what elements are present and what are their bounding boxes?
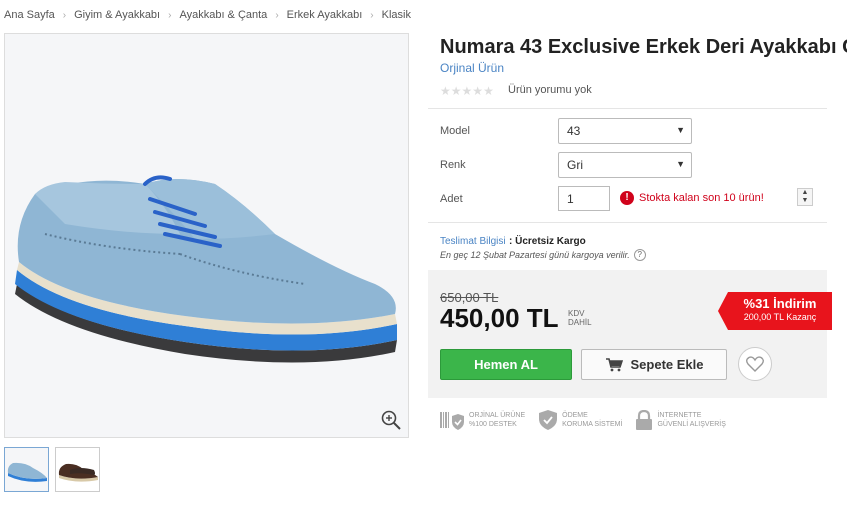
star-icon: ★ [472, 84, 484, 98]
original-product-label: Orjinal Ürün [440, 61, 505, 75]
lock-icon [636, 410, 653, 430]
quantity-stepper[interactable]: ▲ ▼ [797, 188, 813, 206]
review-count-link[interactable]: Ürün yorumu yok [508, 84, 592, 96]
star-icon: ★ [440, 84, 451, 98]
vat-note: KDV DAHİL [568, 309, 592, 327]
thumbnail-strip [4, 447, 100, 492]
star-icon: ★ [450, 84, 462, 98]
chevron-right-icon: › [275, 10, 279, 21]
badge-2-line-2: KORUMA SİSTEMİ [562, 421, 623, 428]
shipping-note-text: En geç 12 Şubat Pazartesi günü kargoya v… [440, 250, 630, 260]
product-main-image[interactable] [4, 33, 409, 438]
discount-percent: %31 İndirim [743, 296, 817, 311]
add-to-cart-label: Sepete Ekle [630, 357, 704, 372]
thumbnail-brown-shoe[interactable] [55, 447, 100, 492]
add-to-cart-button[interactable]: Sepete Ekle [581, 349, 727, 380]
badge-1-line-2: %100 DESTEK [469, 421, 517, 428]
stock-warning: ! Stokta kalan son 10 ürün! [620, 191, 764, 205]
barcode-shield-icon [440, 412, 464, 430]
color-label: Renk [440, 159, 466, 171]
badge-secure-shopping: İNTERNETTE GÜVENLİ ALIŞVERİŞ [636, 410, 726, 430]
divider [428, 222, 827, 223]
badge-2-line-1: ÖDEME [562, 412, 588, 419]
badge-payment-protection: ÖDEME KORUMA SİSTEMİ [539, 410, 622, 430]
rating-stars[interactable]: ★★★★★ [440, 84, 494, 98]
discount-badge: %31 İndirim 200,00 TL Kazanç [718, 292, 832, 330]
shield-check-icon [539, 410, 558, 430]
color-select-value: Gri [567, 158, 583, 172]
thumbnail-blue-shoe[interactable] [4, 447, 49, 492]
breadcrumb-shoes-bags[interactable]: Ayakkabı & Çanta [179, 9, 267, 21]
stepper-down-icon[interactable]: ▼ [798, 197, 812, 205]
badge-1-line-1: ORJİNAL ÜRÜNE [469, 412, 526, 419]
badge-original-product: ORJİNAL ÜRÜNE %100 DESTEK [440, 410, 525, 430]
quantity-input[interactable]: 1 [558, 186, 610, 211]
alert-icon: ! [620, 191, 634, 205]
chevron-right-icon: › [370, 10, 374, 21]
cart-icon [605, 357, 623, 371]
model-label: Model [440, 125, 470, 137]
chevron-right-icon: › [168, 10, 172, 21]
model-select[interactable]: 43 ▼ [558, 118, 692, 144]
badge-3-line-2: GÜVENLİ ALIŞVERİŞ [657, 421, 726, 428]
thumbnail-image [56, 448, 99, 491]
vat-line-1: KDV [568, 309, 585, 318]
model-select-value: 43 [567, 124, 581, 138]
help-icon[interactable]: ? [633, 249, 646, 261]
product-title: Numara 43 Exclusive Erkek Deri Ayakkabı … [440, 36, 847, 58]
badge-3-line-1: İNTERNETTE [657, 412, 702, 419]
zoom-icon[interactable] [380, 409, 402, 431]
shipping-value: : Ücretsiz Kargo [509, 236, 586, 247]
discount-savings: 200,00 TL Kazanç [743, 312, 817, 322]
shipping-note: En geç 12 Şubat Pazartesi günü kargoya v… [440, 249, 646, 261]
vat-line-2: DAHİL [568, 318, 592, 327]
favorite-button[interactable] [738, 347, 772, 381]
chevron-right-icon: › [62, 10, 67, 21]
price-panel: 650,00 TL 450,00 TL KDV DAHİL %31 İndiri… [428, 270, 832, 398]
stepper-up-icon[interactable]: ▲ [798, 189, 812, 197]
heart-icon [746, 356, 764, 372]
trust-badges: ORJİNAL ÜRÜNE %100 DESTEK ÖDEME KORUMA S… [440, 410, 726, 430]
breadcrumb-classic[interactable]: Klasik [382, 9, 411, 21]
breadcrumb-home[interactable]: Ana Sayfa [4, 9, 55, 21]
stock-warning-text: Stokta kalan son 10 ürün! [639, 192, 764, 204]
buy-now-button[interactable]: Hemen AL [440, 349, 572, 380]
thumbnail-image [5, 448, 48, 491]
shipping-info-link[interactable]: Teslimat Bilgisi [440, 236, 506, 247]
caret-down-icon: ▼ [676, 159, 685, 169]
star-icon: ★ [461, 84, 473, 98]
breadcrumb-mens-shoes[interactable]: Erkek Ayakkabı [287, 9, 363, 21]
quantity-label: Adet [440, 193, 463, 205]
breadcrumb: Ana Sayfa › Giyim & Ayakkabı › Ayakkabı & Ça… [4, 9, 411, 21]
shoe-image [5, 34, 408, 437]
divider [428, 108, 827, 109]
current-price: 450,00 TL [440, 303, 559, 333]
caret-down-icon: ▼ [676, 125, 685, 135]
color-select[interactable]: Gri ▼ [558, 152, 692, 178]
star-icon: ★ [483, 84, 494, 98]
breadcrumb-clothing[interactable]: Giyim & Ayakkabı [74, 9, 160, 21]
